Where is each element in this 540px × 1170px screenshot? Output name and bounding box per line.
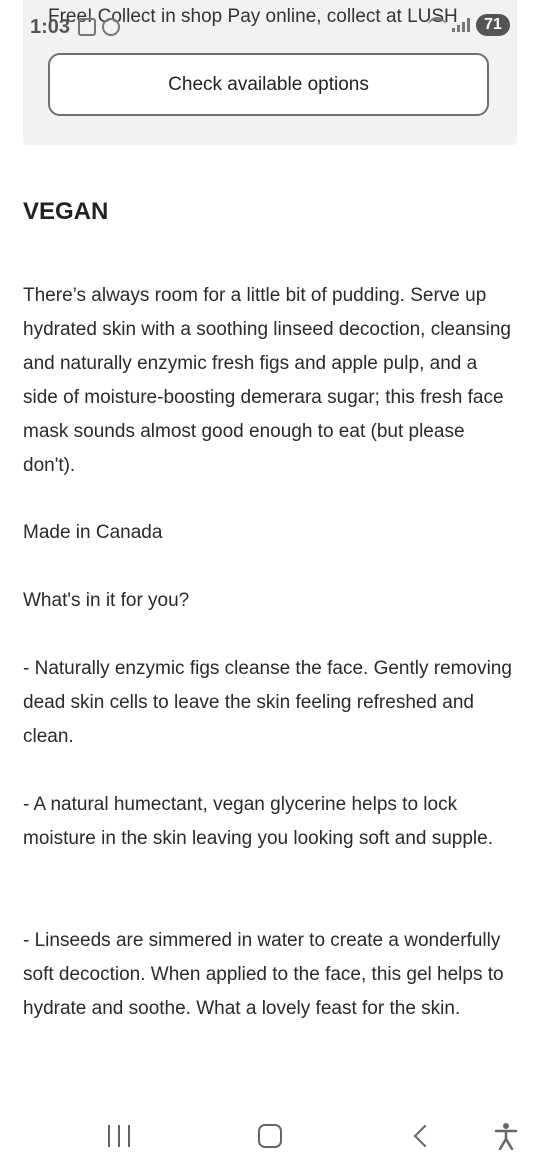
shipping-option-text: Free! Collect in shop Pay online, collec… bbox=[48, 6, 458, 27]
benefit-glycerine: - A natural humectant, vegan glycerine h… bbox=[23, 794, 493, 849]
benefit-figs: - Naturally enzymic figs cleanse the fac… bbox=[23, 658, 512, 747]
benefit-linseeds: - Linseeds are simmered in water to crea… bbox=[23, 930, 504, 1019]
home-icon[interactable] bbox=[250, 1118, 290, 1154]
benefits-heading: What's in it for you? bbox=[23, 590, 190, 611]
vegan-heading: VEGAN bbox=[23, 198, 109, 225]
check-options-button[interactable]: Check available options bbox=[48, 53, 489, 116]
navigation-bar bbox=[0, 1100, 540, 1170]
back-icon[interactable] bbox=[402, 1118, 442, 1154]
accessibility-icon[interactable] bbox=[486, 1118, 526, 1154]
description-paragraph: There’s always room for a little bit of … bbox=[23, 285, 511, 476]
made-in-text: Made in Canada bbox=[23, 522, 163, 543]
product-page: Free! Collect in shop Pay online, collec… bbox=[0, 0, 540, 1170]
recents-icon[interactable] bbox=[99, 1118, 139, 1154]
